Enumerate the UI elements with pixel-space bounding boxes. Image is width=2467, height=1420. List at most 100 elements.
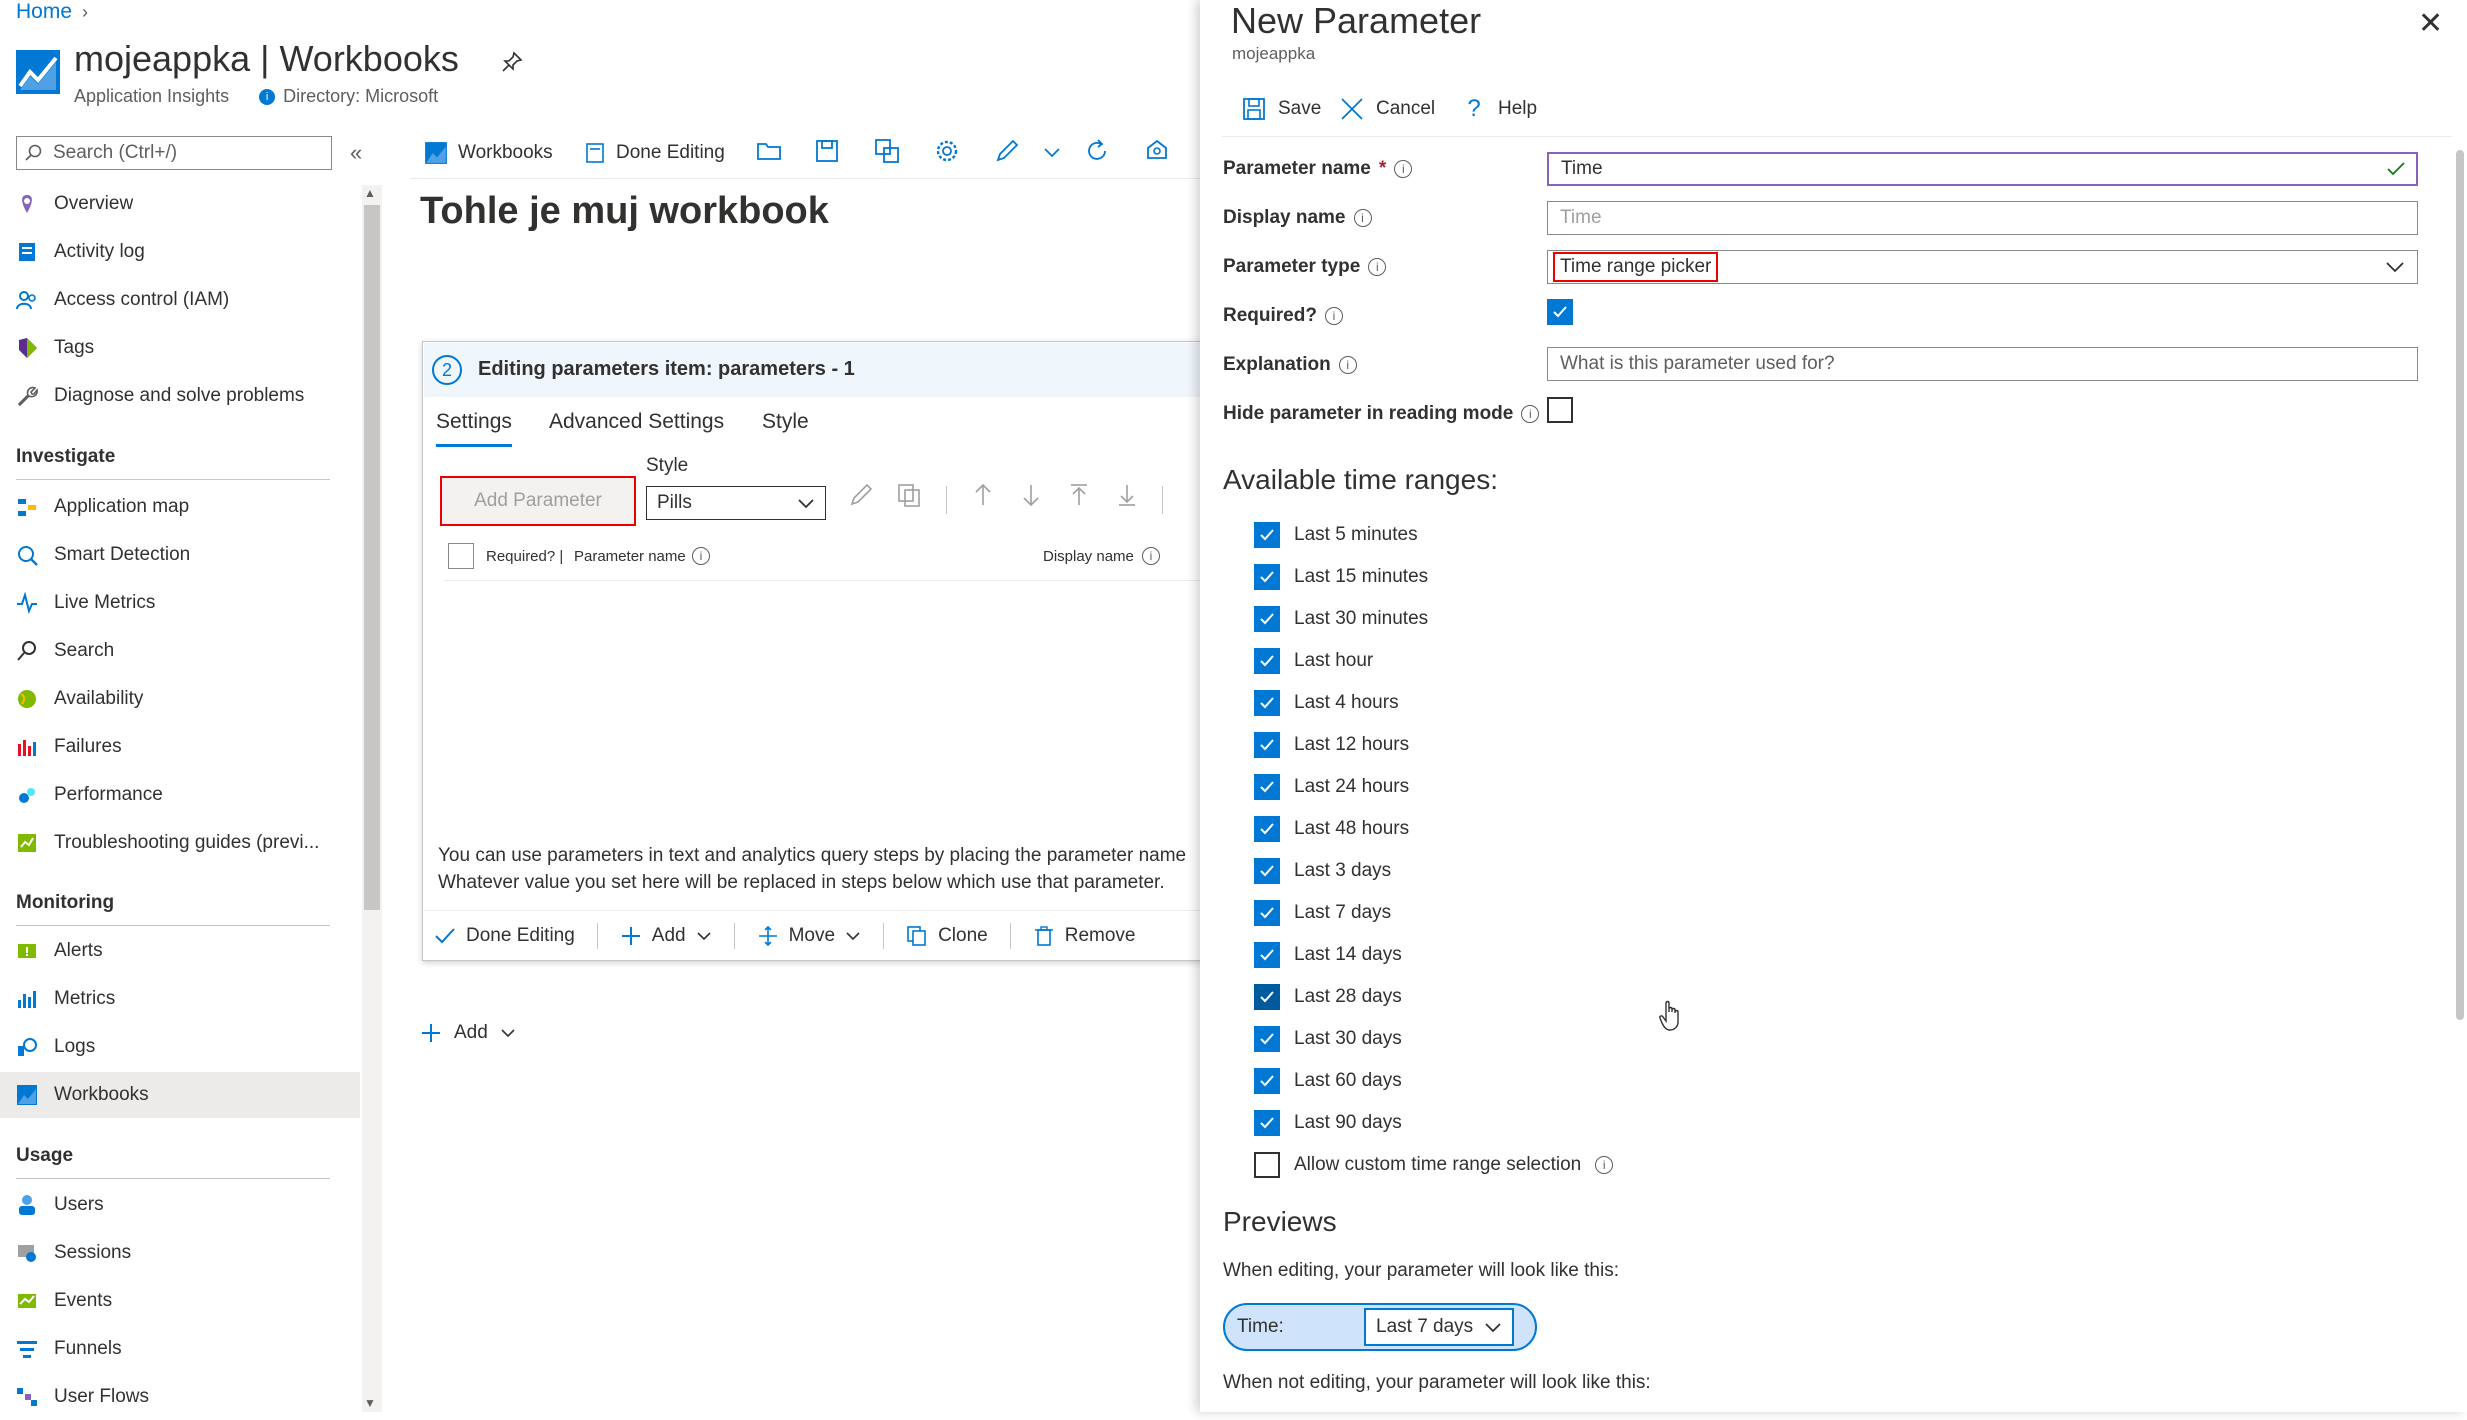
done-editing-button[interactable]: Done Editing: [434, 925, 575, 947]
save-icon[interactable]: [814, 138, 840, 164]
sidebar-item-users[interactable]: Users: [0, 1182, 360, 1228]
add-parameter-button[interactable]: Add Parameter: [440, 476, 636, 526]
time-range-option[interactable]: Last 60 days: [1254, 1066, 1402, 1096]
move-down-icon[interactable]: [1018, 482, 1044, 508]
parameter-name-input[interactable]: Time: [1547, 152, 2418, 186]
time-range-option[interactable]: Last 5 minutes: [1254, 520, 1418, 550]
hide-in-reading-mode-checkbox[interactable]: [1547, 397, 1573, 423]
edit-pencil-icon[interactable]: [994, 138, 1020, 164]
allow-custom-range-checkbox[interactable]: [1254, 1152, 1280, 1178]
save-button[interactable]: Save: [1242, 94, 1321, 124]
time-range-checkbox[interactable]: [1254, 984, 1280, 1010]
time-range-option[interactable]: Last 48 hours: [1254, 814, 1409, 844]
time-range-checkbox[interactable]: [1254, 1110, 1280, 1136]
sidebar-scrollbar-thumb[interactable]: [364, 205, 380, 910]
select-all-checkbox[interactable]: [448, 543, 474, 569]
sidebar-item-logs[interactable]: Logs: [0, 1024, 360, 1070]
panel-scrollbar[interactable]: [2456, 150, 2464, 1020]
pin-icon[interactable]: [500, 50, 524, 74]
sidebar-item-diagnose[interactable]: Diagnose and solve problems: [0, 373, 360, 419]
required-checkbox[interactable]: [1547, 299, 1573, 325]
time-range-checkbox[interactable]: [1254, 816, 1280, 842]
time-range-option[interactable]: Last 30 minutes: [1254, 604, 1428, 634]
move-to-bottom-icon[interactable]: [1114, 482, 1140, 508]
sidebar-item-application-map[interactable]: Application map: [0, 484, 360, 530]
toolbar-done-editing-button[interactable]: Done Editing: [584, 136, 725, 170]
sidebar-item-failures[interactable]: Failures: [0, 724, 360, 770]
sidebar-item-tags[interactable]: Tags: [0, 325, 360, 371]
sidebar-item-sessions[interactable]: Sessions: [0, 1230, 360, 1276]
sidebar-item-alerts[interactable]: Alerts: [0, 928, 360, 974]
clone-button[interactable]: Clone: [906, 925, 988, 947]
open-folder-icon[interactable]: [756, 138, 782, 164]
time-range-checkbox[interactable]: [1254, 900, 1280, 926]
move-dropdown-button[interactable]: Move: [757, 925, 861, 947]
sidebar-item-events[interactable]: Events: [0, 1278, 360, 1324]
collapse-sidebar-icon[interactable]: «: [350, 140, 362, 166]
allow-custom-range-option[interactable]: Allow custom time range selection i: [1254, 1150, 1614, 1180]
time-range-checkbox[interactable]: [1254, 774, 1280, 800]
style-dropdown[interactable]: Pills: [646, 486, 826, 520]
explanation-input[interactable]: What is this parameter used for?: [1547, 347, 2418, 381]
tab-style[interactable]: Style: [762, 410, 809, 434]
time-range-option[interactable]: Last 14 days: [1254, 940, 1402, 970]
time-range-checkbox[interactable]: [1254, 648, 1280, 674]
sidebar-item-access-control[interactable]: Access control (IAM): [0, 277, 360, 323]
sidebar-item-workbooks[interactable]: Workbooks: [0, 1072, 360, 1118]
scroll-up-icon[interactable]: ▲: [364, 186, 376, 200]
sidebar-item-troubleshooting[interactable]: Troubleshooting guides (previ...: [0, 820, 360, 866]
time-range-checkbox[interactable]: [1254, 942, 1280, 968]
settings-gear-icon[interactable]: [934, 138, 960, 164]
time-range-option[interactable]: Last 4 hours: [1254, 688, 1399, 718]
time-range-checkbox[interactable]: [1254, 522, 1280, 548]
time-range-checkbox[interactable]: [1254, 564, 1280, 590]
edit-pencil-icon[interactable]: [848, 482, 874, 508]
move-to-top-icon[interactable]: [1066, 482, 1092, 508]
sidebar-item-metrics[interactable]: Metrics: [0, 976, 360, 1022]
time-range-checkbox[interactable]: [1254, 1068, 1280, 1094]
scroll-down-icon[interactable]: ▼: [364, 1396, 376, 1410]
time-range-option[interactable]: Last 30 days: [1254, 1024, 1402, 1054]
time-range-option[interactable]: Last hour: [1254, 646, 1373, 676]
time-range-option[interactable]: Last 12 hours: [1254, 730, 1409, 760]
tab-advanced-settings[interactable]: Advanced Settings: [549, 410, 724, 434]
time-range-checkbox[interactable]: [1254, 690, 1280, 716]
add-dropdown-button[interactable]: Add: [620, 925, 712, 947]
time-range-option[interactable]: Last 3 days: [1254, 856, 1391, 886]
move-up-icon[interactable]: [970, 482, 996, 508]
sidebar-item-performance[interactable]: Performance: [0, 772, 360, 818]
toolbar-workbooks-button[interactable]: Workbooks: [424, 136, 553, 170]
sidebar-search-input[interactable]: Search (Ctrl+/): [16, 136, 332, 170]
sidebar-item-live-metrics[interactable]: Live Metrics: [0, 580, 360, 626]
sidebar-item-funnels[interactable]: Funnels: [0, 1326, 360, 1372]
add-step-button[interactable]: Add: [420, 1022, 516, 1044]
time-range-checkbox[interactable]: [1254, 732, 1280, 758]
tab-settings[interactable]: Settings: [436, 410, 512, 434]
parameter-type-dropdown[interactable]: Time range picker: [1547, 250, 2418, 284]
sidebar-item-user-flows[interactable]: User Flows: [0, 1374, 360, 1420]
sidebar-item-search[interactable]: Search: [0, 628, 360, 674]
sidebar-item-overview[interactable]: Overview: [0, 181, 360, 227]
feedback-icon[interactable]: [1144, 138, 1170, 164]
sidebar-item-activity-log[interactable]: Activity log: [0, 229, 360, 275]
remove-button[interactable]: Remove: [1033, 925, 1135, 947]
sidebar-item-availability[interactable]: Availability: [0, 676, 360, 722]
display-name-input[interactable]: Time: [1547, 201, 2418, 235]
time-range-checkbox[interactable]: [1254, 1026, 1280, 1052]
sidebar-item-smart-detection[interactable]: Smart Detection: [0, 532, 360, 578]
copy-icon[interactable]: [896, 482, 922, 508]
breadcrumb-home-link[interactable]: Home: [16, 0, 72, 24]
refresh-icon[interactable]: [1084, 138, 1110, 164]
time-range-option[interactable]: Last 28 days: [1254, 982, 1402, 1012]
save-as-icon[interactable]: [874, 138, 900, 164]
time-range-option[interactable]: Last 24 hours: [1254, 772, 1409, 802]
time-range-option[interactable]: Last 7 days: [1254, 898, 1391, 928]
help-button[interactable]: ? Help: [1462, 94, 1537, 124]
close-icon[interactable]: ✕: [2418, 6, 2443, 41]
cancel-button[interactable]: Cancel: [1340, 94, 1435, 124]
time-range-option[interactable]: Last 15 minutes: [1254, 562, 1428, 592]
preview-time-dropdown[interactable]: Last 7 days: [1364, 1308, 1514, 1346]
chevron-down-icon[interactable]: [1042, 142, 1062, 162]
time-range-checkbox[interactable]: [1254, 606, 1280, 632]
time-range-option[interactable]: Last 90 days: [1254, 1108, 1402, 1138]
